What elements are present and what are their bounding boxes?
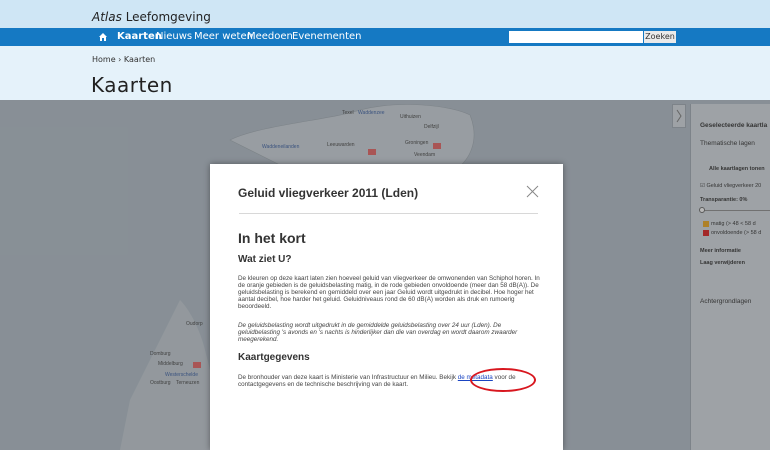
modal-title: Geluid vliegverkeer 2011 (Lden): [238, 186, 419, 200]
section-heading: In het kort: [238, 230, 306, 246]
layer-info-modal: Geluid vliegverkeer 2011 (Lden) In het k…: [210, 164, 563, 450]
question-heading: Wat ziet U?: [238, 254, 292, 265]
description-paragraph-italic: De geluidsbelasting wordt uitgedrukt in …: [238, 322, 518, 343]
breadcrumb: Home › Kaarten: [92, 55, 155, 64]
brand-bar: Atlas Leefomgeving: [0, 0, 770, 28]
source-text-before: De bronhouder van deze kaart is Minister…: [238, 374, 458, 381]
breadcrumb-current: Kaarten: [123, 55, 156, 64]
nav-item-meer-weten[interactable]: Meer weten: [194, 31, 253, 42]
nav-item-meedoen[interactable]: Meedoen: [247, 31, 293, 42]
breadcrumb-separator: ›: [118, 55, 122, 64]
page-title: Kaarten: [91, 73, 173, 97]
description-paragraph: De kleuren op deze kaart laten zien hoev…: [238, 275, 540, 310]
modal-divider: [239, 213, 538, 214]
brand-part-atlas: Atlas: [92, 10, 122, 24]
brand-part-name: Leefomgeving: [125, 10, 211, 24]
site-logo[interactable]: Atlas Leefomgeving: [92, 10, 211, 24]
nav-item-evenementen[interactable]: Evenementen: [292, 31, 362, 42]
highlight-annotation: [470, 368, 536, 392]
nav-item-nieuws[interactable]: Nieuws: [156, 31, 192, 42]
home-icon[interactable]: [99, 33, 107, 41]
map-data-heading: Kaartgegevens: [238, 352, 310, 363]
search-button[interactable]: Zoeken: [644, 31, 676, 43]
breadcrumb-home[interactable]: Home: [92, 55, 116, 64]
close-icon[interactable]: [526, 185, 539, 198]
search-input[interactable]: [509, 31, 643, 43]
